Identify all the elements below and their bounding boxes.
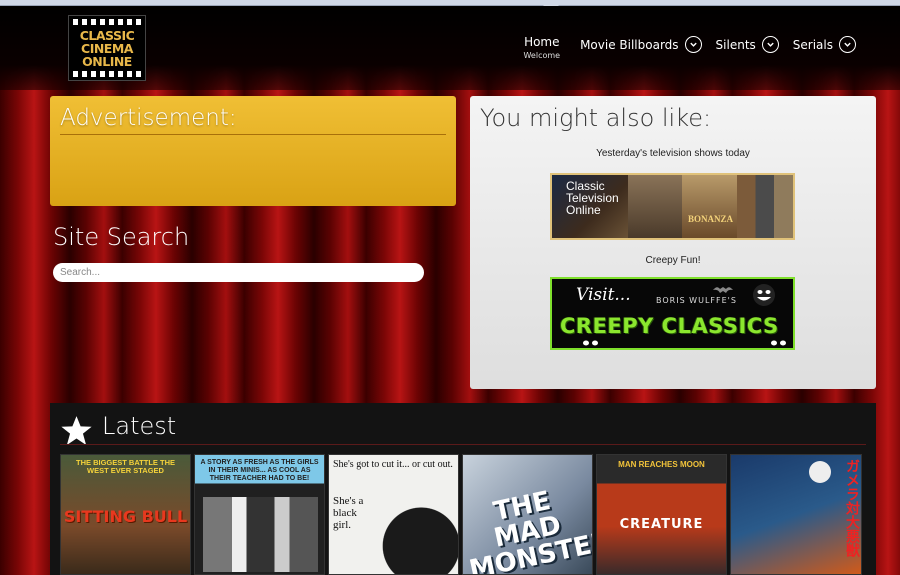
eyes-icon xyxy=(771,340,786,346)
site-header: CLASSIC CINEMA ONLINE Home Welcome Movie… xyxy=(0,6,900,90)
poster-headline: She's got to cut it... or cut out. xyxy=(333,459,453,470)
eyes-icon xyxy=(583,340,598,346)
classic-television-banner[interactable]: Classic Television Online BONANZA xyxy=(550,173,795,240)
logo-text: CLASSIC CINEMA ONLINE xyxy=(79,28,135,69)
creepy-classics-banner[interactable]: Visit... BORIS WULFFE'S CREEPY CLASSICS xyxy=(550,277,795,350)
poster-headline: THE BIGGEST BATTLE THE WEST EVER STAGED xyxy=(75,458,176,475)
tv-banner-show: BONANZA xyxy=(682,175,737,238)
poster-cut-it[interactable]: She's got to cut it... or cut out. She's… xyxy=(328,454,459,575)
poster-mad-monster[interactable]: THE MAD MONSTER xyxy=(462,454,593,575)
star-icon xyxy=(61,416,92,445)
poster-moon xyxy=(809,461,831,483)
poster-title: ガメラ対大悪獣 xyxy=(844,459,860,557)
promo-creepy-caption: Creepy Fun! xyxy=(645,255,701,266)
site-search-title: Site Search xyxy=(53,223,190,251)
advertisement-divider xyxy=(60,134,446,135)
latest-title: Latest xyxy=(102,412,177,440)
poster-headline: A STORY AS FRESH AS THE GIRLS IN THEIR M… xyxy=(200,459,319,482)
nav-silents-label: Silents xyxy=(715,37,756,52)
nav-home-label: Home xyxy=(524,35,560,49)
advertisement-title: Advertisement: xyxy=(60,105,237,131)
chevron-down-icon xyxy=(839,36,856,53)
poster-title: CREATURE xyxy=(619,517,704,532)
search-input[interactable] xyxy=(53,263,424,282)
poster-silhouette xyxy=(366,504,458,574)
nav-movie-billboards-label: Movie Billboards xyxy=(580,37,679,52)
tv-banner-collage xyxy=(737,175,793,238)
creepy-author-text: BORIS WULFFE'S xyxy=(656,296,737,305)
film-perforation-top xyxy=(73,19,141,25)
latest-divider xyxy=(60,444,866,445)
nav-serials[interactable]: Serials xyxy=(793,36,856,53)
recommendations-panel: You might also like: Yesterday's televis… xyxy=(470,96,876,389)
site-logo[interactable]: CLASSIC CINEMA ONLINE xyxy=(68,15,146,81)
bat-icon xyxy=(713,287,733,293)
poster-creature[interactable]: MAN REACHES MOON CREATURE xyxy=(596,454,727,575)
tv-banner-title: Classic Television Online xyxy=(566,179,619,217)
nav-movie-billboards[interactable]: Movie Billboards xyxy=(580,36,702,53)
tv-banner-photo xyxy=(628,175,682,238)
film-perforation-bottom xyxy=(73,71,141,77)
poster-row: THE BIGGEST BATTLE THE WEST EVER STAGED … xyxy=(60,454,862,575)
tv-banner-title-block: Classic Television Online xyxy=(552,175,628,238)
chevron-down-icon xyxy=(684,36,702,53)
poster-to-sir-with-love[interactable]: A STORY AS FRESH AS THE GIRLS IN THEIR M… xyxy=(194,454,325,575)
poster-title: SITTING BULL xyxy=(63,507,188,526)
nav-home[interactable]: Home Welcome xyxy=(523,36,560,62)
advertisement-panel: Advertisement: xyxy=(50,96,456,206)
creepy-main-text: CREEPY CLASSICS xyxy=(560,314,779,338)
poster-gamera[interactable]: ガメラ対大悪獣 xyxy=(730,454,862,575)
nav-serials-label: Serials xyxy=(792,37,833,52)
poster-title: THE MAD MONSTER xyxy=(466,485,593,575)
recommendations-title: You might also like: xyxy=(480,104,712,132)
creepy-visit-text: Visit... xyxy=(576,285,631,305)
nav-home-sub: Welcome xyxy=(523,51,561,60)
poster-cast-photo xyxy=(203,497,318,572)
promo-tv-caption: Yesterday's television shows today xyxy=(596,148,750,159)
poster-headline: MAN REACHES MOON xyxy=(618,460,705,469)
grinning-face-icon xyxy=(753,284,775,306)
main-nav: Home Welcome Movie Billboards Silents Se… xyxy=(523,36,856,62)
poster-sitting-bull[interactable]: THE BIGGEST BATTLE THE WEST EVER STAGED … xyxy=(60,454,191,575)
nav-silents[interactable]: Silents xyxy=(716,36,779,53)
latest-section: Latest THE BIGGEST BATTLE THE WEST EVER … xyxy=(50,403,876,575)
chevron-down-icon xyxy=(761,36,779,53)
